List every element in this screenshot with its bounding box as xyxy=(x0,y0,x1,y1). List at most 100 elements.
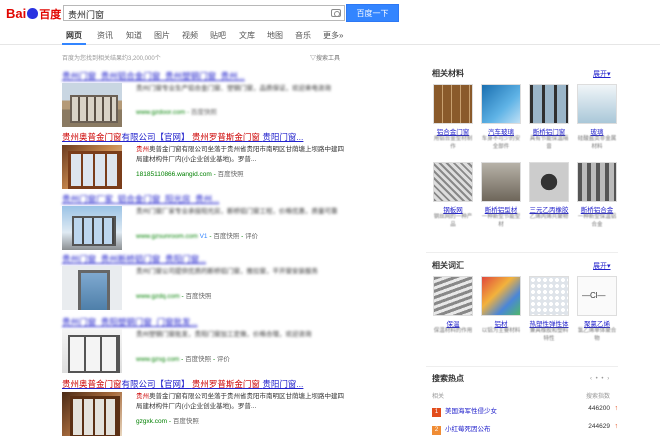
hot-col-right: 搜索指数 xyxy=(585,394,610,400)
title-highlight: 贵州罗普斯金 xyxy=(191,379,243,389)
camera-icon[interactable] xyxy=(331,9,341,17)
word-image[interactable] xyxy=(433,276,473,316)
result-url[interactable]: gzgxk.com - 百度快照 xyxy=(136,415,199,425)
material-image[interactable] xyxy=(433,162,473,202)
material-image[interactable] xyxy=(577,84,617,124)
result-title[interactable]: 贵州门窗厂家_铝合金门窗_阳光房_贵州... xyxy=(62,193,352,204)
trend-up-icon: ↑ xyxy=(614,405,619,412)
material-sub: 车身不可少的安全部件 xyxy=(481,136,521,150)
tab-news[interactable]: 资讯 xyxy=(97,30,113,41)
verified-badge[interactable]: V1 xyxy=(200,233,208,240)
title-highlight: 贵州奥普金门窗 xyxy=(62,132,122,142)
cache-link[interactable]: 百度快照 xyxy=(218,171,244,178)
cache-link[interactable]: 百度快照 xyxy=(173,418,199,425)
result-url[interactable]: www.gzdq.com - 百度快照 xyxy=(136,290,212,300)
material-card[interactable]: 铝合金门窗 用铝合金型材制作 xyxy=(433,84,473,151)
words-more-link[interactable]: 展开▾ xyxy=(593,261,611,271)
result-url-text: 18185110866.wangid.com xyxy=(136,171,212,178)
result-title[interactable]: 贵州奥普金门窗有限公司【官网】 贵州罗普斯金门窗 贵阳门窗... xyxy=(62,131,352,142)
result-title[interactable]: 贵州门窗_贵州铝合金门窗_贵州塑钢门窗_贵州... xyxy=(62,70,352,81)
material-name[interactable]: 玻璃 xyxy=(577,126,617,136)
search-input[interactable]: 贵州门窗 xyxy=(63,5,345,21)
tab-wenku[interactable]: 文库 xyxy=(239,30,255,41)
tab-images[interactable]: 图片 xyxy=(154,30,170,41)
word-name[interactable]: 热塑性弹性体 xyxy=(529,318,569,328)
tab-more[interactable]: 更多» xyxy=(323,30,343,41)
result-thumbnail[interactable] xyxy=(62,266,122,310)
result-url[interactable]: www.gzsg.com - 百度快照 - 评价 xyxy=(136,353,230,363)
material-image[interactable] xyxy=(433,84,473,124)
hot-item[interactable]: 1 美国海军性侵少女 446200 ↑ xyxy=(432,405,618,417)
cache-link[interactable]: 百度快照 xyxy=(186,293,212,300)
tab-zhidao[interactable]: 知道 xyxy=(126,30,142,41)
result-title[interactable]: 贵州门窗_贵阳塑钢门窗_门窗批发... xyxy=(62,316,352,327)
pager-dots[interactable]: ‹ • • › xyxy=(590,376,610,382)
result-url[interactable]: 18185110866.wangid.com - 百度快照 xyxy=(136,168,244,178)
search-button[interactable]: 百度一下 xyxy=(346,4,399,22)
material-image[interactable] xyxy=(529,162,569,202)
word-image[interactable] xyxy=(577,276,617,316)
result-url[interactable]: www.gzsunroom.com V1 - 百度快照 - 评价 xyxy=(136,230,258,240)
result-thumbnail[interactable] xyxy=(62,206,122,250)
material-name[interactable]: 铝合金门窗 xyxy=(433,126,473,136)
hot-item[interactable]: 2 小红莓死因公布 244629 ↑ xyxy=(432,423,618,435)
logo-text-right: 百度 xyxy=(39,9,62,21)
eval-link[interactable]: 评价 xyxy=(217,356,230,363)
word-name[interactable]: 聚氯乙烯 xyxy=(577,318,617,328)
material-card[interactable]: 断桥铝型材 一种新型节能型材 xyxy=(481,162,521,229)
result-title[interactable]: 贵州门窗_贵州断桥铝门窗_贵阳门窗... xyxy=(62,253,352,264)
material-card[interactable]: 钢板网 钢丝网的一种产品 xyxy=(433,162,473,229)
material-image[interactable] xyxy=(529,84,569,124)
result-title[interactable]: 贵州奥普金门窗有限公司【官网】 贵州罗普斯金门窗 贵阳门窗... xyxy=(62,378,352,389)
cache-link[interactable]: 百度快照 xyxy=(191,109,217,116)
result-url[interactable]: www.gzdoor.com - 百度快照 xyxy=(136,106,217,116)
materials-more-label: 展开 xyxy=(593,71,607,78)
word-card[interactable]: 保温 保温材料的作用 xyxy=(433,276,473,336)
title-part: 有限公司【官网】 xyxy=(121,379,190,389)
word-name[interactable]: 保温 xyxy=(433,318,473,328)
cache-link[interactable]: 百度快照 xyxy=(185,356,211,363)
material-name[interactable]: 三元乙丙橡胶 xyxy=(529,204,569,214)
tab-map[interactable]: 地图 xyxy=(267,30,283,41)
search-query: 贵州门窗 xyxy=(68,10,105,20)
hot-col-left: 相关 xyxy=(432,394,445,400)
material-card[interactable]: 断桥铝合金 一种新型保温铝合金 xyxy=(577,162,617,229)
material-image[interactable] xyxy=(481,84,521,124)
word-card[interactable]: 聚氯乙烯氯乙烯单体聚合物 xyxy=(577,276,617,343)
result-thumbnail[interactable] xyxy=(62,145,122,189)
result-thumbnail[interactable] xyxy=(62,392,122,436)
material-card[interactable]: 玻璃 硅酸盐类非金属材料 xyxy=(577,84,617,151)
material-name[interactable]: 断桥铝门窗 xyxy=(529,126,569,136)
material-image[interactable] xyxy=(577,162,617,202)
material-card[interactable]: 汽车玻璃 车身不可少的安全部件 xyxy=(481,84,521,151)
tab-tieba[interactable]: 贴吧 xyxy=(210,30,226,41)
word-image[interactable] xyxy=(529,276,569,316)
tab-video[interactable]: 视频 xyxy=(182,30,198,41)
hot-keyword[interactable]: 美国海军性侵少女 xyxy=(445,408,497,415)
tab-music[interactable]: 音乐 xyxy=(295,30,311,41)
title-highlight: 门窗 xyxy=(242,379,260,389)
word-image[interactable] xyxy=(481,276,521,316)
material-name[interactable]: 断桥铝型材 xyxy=(481,204,521,214)
material-name[interactable]: 钢板网 xyxy=(433,204,473,214)
result-item: 贵州门窗_贵州断桥铝门窗_贵阳门窗... 贵州门窗公司提供优质的断桥铝门窗，推拉… xyxy=(62,253,352,310)
result-thumbnail[interactable] xyxy=(62,329,122,373)
material-card[interactable]: 断桥铝门窗 具有节能保温隔音 xyxy=(529,84,569,151)
baidu-logo[interactable]: Bai 百度 xyxy=(6,6,62,22)
tab-web[interactable]: 网页 xyxy=(66,30,82,41)
title-highlight: 贵州罗普斯金 xyxy=(191,132,243,142)
hot-keyword[interactable]: 小红莓死因公布 xyxy=(445,426,491,433)
word-name[interactable]: 铝材 xyxy=(481,318,521,328)
material-name[interactable]: 汽车玻璃 xyxy=(481,126,521,136)
materials-more-link[interactable]: 展开▾ xyxy=(593,69,611,79)
material-sub: 钢丝网的一种产品 xyxy=(433,214,473,228)
word-card[interactable]: 热塑性弹性体 兼具橡胶和塑料特性 xyxy=(529,276,569,343)
cache-link[interactable]: 百度快照 xyxy=(213,233,239,240)
result-thumbnail[interactable] xyxy=(62,83,122,127)
material-image[interactable] xyxy=(481,162,521,202)
search-tools-button[interactable]: ▽搜索工具 xyxy=(310,53,340,62)
eval-link[interactable]: 评价 xyxy=(245,233,258,240)
material-card[interactable]: 三元乙丙橡胶 乙烯丙烯共聚物 xyxy=(529,162,569,222)
material-name[interactable]: 断桥铝合金 xyxy=(577,204,617,214)
word-card[interactable]: 铝材 以铝为主要材料 xyxy=(481,276,521,336)
